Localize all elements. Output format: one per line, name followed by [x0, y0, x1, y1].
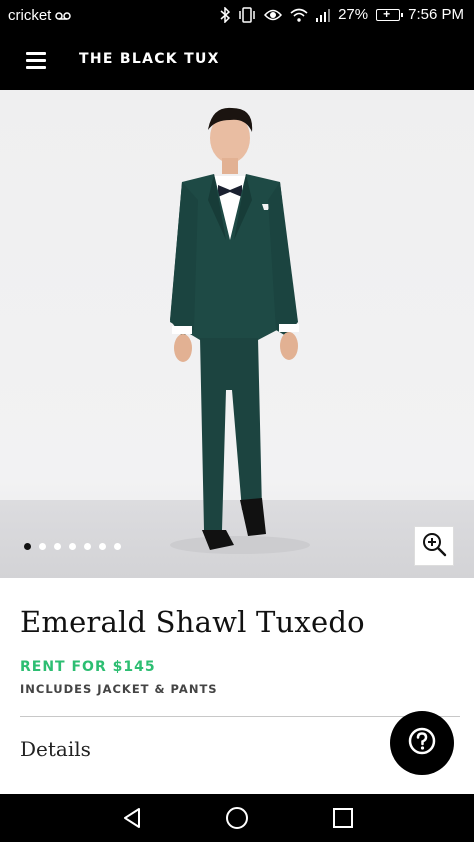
- eye-icon: [264, 8, 283, 22]
- app-bar: THE BLACK TUX: [0, 32, 474, 90]
- zoom-button[interactable]: [414, 526, 454, 566]
- hamburger-menu-icon[interactable]: [26, 52, 46, 69]
- carousel-dot[interactable]: [99, 543, 106, 550]
- product-image-carousel[interactable]: [0, 90, 474, 578]
- home-icon[interactable]: [225, 806, 249, 834]
- carrier-label: cricket: [8, 7, 52, 24]
- includes-text: INCLUDES JACKET & PANTS: [20, 682, 218, 696]
- carousel-dot[interactable]: [84, 543, 91, 550]
- model-illustration: [170, 107, 310, 554]
- status-bar: cricket 27% + 7:56 PM: [0, 0, 474, 32]
- bluetooth-icon: [220, 6, 231, 23]
- battery-percent: 27%: [338, 6, 369, 23]
- carousel-dot[interactable]: [114, 543, 121, 550]
- wifi-icon: [290, 8, 308, 22]
- system-nav-bar: [0, 794, 474, 842]
- recents-icon[interactable]: [331, 806, 355, 834]
- voicemail-icon: [55, 11, 72, 21]
- product-title: Emerald Shawl Tuxedo: [20, 605, 365, 639]
- rent-price: RENT FOR $145: [20, 659, 156, 675]
- clock: 7:56 PM: [408, 6, 464, 23]
- brand-title[interactable]: THE BLACK TUX: [79, 51, 220, 67]
- carousel-dots[interactable]: [24, 543, 121, 550]
- help-question-icon: [407, 726, 437, 760]
- vibrate-icon: [238, 6, 256, 23]
- battery-charging-icon: +: [376, 7, 404, 21]
- carousel-dot[interactable]: [54, 543, 61, 550]
- divider: [20, 716, 460, 717]
- carousel-dot[interactable]: [39, 543, 46, 550]
- zoom-in-icon: [421, 531, 447, 561]
- status-left: cricket: [8, 7, 72, 24]
- product-screen: cricket 27% + 7:56 PM THE BLACK TUX Emer…: [0, 0, 474, 842]
- signal-icon: [316, 8, 331, 22]
- status-right: 27% + 7:56 PM: [220, 6, 464, 23]
- carousel-dot[interactable]: [69, 543, 76, 550]
- carousel-dot[interactable]: [24, 543, 31, 550]
- help-button[interactable]: [390, 711, 454, 775]
- back-icon[interactable]: [120, 806, 144, 834]
- details-accordion[interactable]: Details: [20, 737, 91, 761]
